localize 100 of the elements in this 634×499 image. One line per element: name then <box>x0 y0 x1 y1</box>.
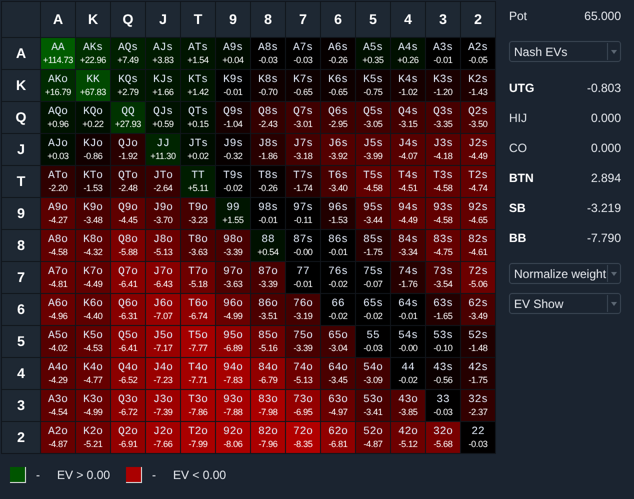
hand-cell[interactable]: K5s -0.75 <box>356 70 390 101</box>
hand-cell[interactable]: KJs +1.66 <box>146 70 180 101</box>
hand-cell[interactable]: 76s -0.02 <box>321 262 355 293</box>
hand-cell[interactable]: 94s -4.49 <box>391 198 425 229</box>
hand-cell[interactable]: J3s -4.18 <box>426 134 460 165</box>
hand-cell[interactable]: 63s -1.65 <box>426 294 460 325</box>
hand-cell[interactable]: 94o -7.83 <box>216 358 250 389</box>
hand-cell[interactable]: J4o -7.23 <box>146 358 180 389</box>
hand-cell[interactable]: 64o -3.45 <box>321 358 355 389</box>
hand-cell[interactable]: 87s -0.00 <box>286 230 320 261</box>
hand-cell[interactable]: Q6o -6.31 <box>111 294 145 325</box>
hand-cell[interactable]: Q6s -2.95 <box>321 102 355 133</box>
hand-cell[interactable]: Q4s -3.15 <box>391 102 425 133</box>
hand-cell[interactable]: A2s -0.05 <box>461 38 495 69</box>
dropdown[interactable]: EV Show <box>509 293 621 314</box>
hand-cell[interactable]: AA +114.73 <box>41 38 75 69</box>
hand-cell[interactable]: 65s -0.02 <box>356 294 390 325</box>
hand-cell[interactable]: K7o -4.49 <box>76 262 110 293</box>
hand-cell[interactable]: 74s -1.76 <box>391 262 425 293</box>
hand-cell[interactable]: K8s -0.70 <box>251 70 285 101</box>
hand-cell[interactable]: A3s -0.01 <box>426 38 460 69</box>
hand-cell[interactable]: J2s -4.49 <box>461 134 495 165</box>
hand-cell[interactable]: Q2s -3.50 <box>461 102 495 133</box>
hand-cell[interactable]: QQ +27.93 <box>111 102 145 133</box>
hand-cell[interactable]: A6s -0.26 <box>321 38 355 69</box>
hand-cell[interactable]: K8o -4.32 <box>76 230 110 261</box>
hand-cell[interactable]: T3o -7.86 <box>181 390 215 421</box>
hand-cell[interactable]: T9o -3.23 <box>181 198 215 229</box>
hand-cell[interactable]: A5o -4.02 <box>41 326 75 357</box>
hand-cell[interactable]: T5o -7.77 <box>181 326 215 357</box>
hand-cell[interactable]: T8s -0.26 <box>251 166 285 197</box>
hand-cell[interactable]: T6s -3.40 <box>321 166 355 197</box>
hand-cell[interactable]: Q2o -6.91 <box>111 422 145 453</box>
hand-cell[interactable]: A6o -4.96 <box>41 294 75 325</box>
hand-cell[interactable]: 95s -3.44 <box>356 198 390 229</box>
hand-cell[interactable]: KTo -1.53 <box>76 166 110 197</box>
hand-cell[interactable]: 42s -1.75 <box>461 358 495 389</box>
hand-cell[interactable]: 86o -3.51 <box>251 294 285 325</box>
hand-cell[interactable]: K3s -1.20 <box>426 70 460 101</box>
hand-cell[interactable]: A7o -4.81 <box>41 262 75 293</box>
hand-cell[interactable]: J4s -4.07 <box>391 134 425 165</box>
hand-cell[interactable]: AQo +0.96 <box>41 102 75 133</box>
hand-cell[interactable]: Q5s -3.05 <box>356 102 390 133</box>
hand-cell[interactable]: A2o -4.87 <box>41 422 75 453</box>
hand-cell[interactable]: 92o -8.06 <box>216 422 250 453</box>
hand-cell[interactable]: Q3s -3.35 <box>426 102 460 133</box>
hand-cell[interactable]: AKs +22.96 <box>76 38 110 69</box>
hand-cell[interactable]: 75s -0.07 <box>356 262 390 293</box>
hand-cell[interactable]: Q8s -2.43 <box>251 102 285 133</box>
hand-cell[interactable]: 66 -0.02 <box>321 294 355 325</box>
hand-cell[interactable]: 99 +1.55 <box>216 198 250 229</box>
hand-cell[interactable]: J3o -7.39 <box>146 390 180 421</box>
hand-cell[interactable]: 42o -5.12 <box>391 422 425 453</box>
hand-cell[interactable]: A4s +0.26 <box>391 38 425 69</box>
hand-cell[interactable]: 72o -8.35 <box>286 422 320 453</box>
hand-cell[interactable]: J8o -5.13 <box>146 230 180 261</box>
hand-cell[interactable]: K2s -1.43 <box>461 70 495 101</box>
hand-cell[interactable]: K9o -3.48 <box>76 198 110 229</box>
hand-cell[interactable]: 32o -5.68 <box>426 422 460 453</box>
hand-cell[interactable]: 98s -0.01 <box>251 198 285 229</box>
hand-cell[interactable]: 62s -3.49 <box>461 294 495 325</box>
hand-cell[interactable]: K2o -5.21 <box>76 422 110 453</box>
hand-cell[interactable]: 95o -6.89 <box>216 326 250 357</box>
hand-cell[interactable]: Q9o -4.45 <box>111 198 145 229</box>
hand-cell[interactable]: 84o -6.79 <box>251 358 285 389</box>
hand-cell[interactable]: K9s -0.01 <box>216 70 250 101</box>
hand-cell[interactable]: 85o -5.16 <box>251 326 285 357</box>
hand-cell[interactable]: T2s -4.74 <box>461 166 495 197</box>
hand-cell[interactable]: 54s -0.00 <box>391 326 425 357</box>
hand-cell[interactable]: Q8o -5.88 <box>111 230 145 261</box>
hand-cell[interactable]: 65o -3.04 <box>321 326 355 357</box>
hand-cell[interactable]: 32s -2.37 <box>461 390 495 421</box>
hand-cell[interactable]: AQs +7.49 <box>111 38 145 69</box>
hand-cell[interactable]: 43o -3.85 <box>391 390 425 421</box>
hand-cell[interactable]: Q7s -3.01 <box>286 102 320 133</box>
hand-cell[interactable]: T7o -5.18 <box>181 262 215 293</box>
hand-cell[interactable]: TT +5.11 <box>181 166 215 197</box>
hand-cell[interactable]: 83o -7.98 <box>251 390 285 421</box>
hand-cell[interactable]: T7s -1.74 <box>286 166 320 197</box>
dropdown[interactable]: Normalize weight <box>509 263 621 284</box>
hand-cell[interactable]: J2o -7.66 <box>146 422 180 453</box>
hand-cell[interactable]: K6s -0.65 <box>321 70 355 101</box>
hand-cell[interactable]: 72s -5.06 <box>461 262 495 293</box>
hand-cell[interactable]: K3o -4.99 <box>76 390 110 421</box>
hand-cell[interactable]: 75o -3.39 <box>286 326 320 357</box>
hand-cell[interactable]: A8o -4.58 <box>41 230 75 261</box>
hand-cell[interactable]: AKo +16.79 <box>41 70 75 101</box>
hand-cell[interactable]: KQs +2.79 <box>111 70 145 101</box>
hand-cell[interactable]: 53s -0.10 <box>426 326 460 357</box>
hand-cell[interactable]: 77 -0.01 <box>286 262 320 293</box>
dropdown[interactable]: Nash EVs <box>509 41 621 62</box>
hand-cell[interactable]: ATo -2.20 <box>41 166 75 197</box>
hand-cell[interactable]: AJs +3.83 <box>146 38 180 69</box>
hand-cell[interactable]: 62o -6.81 <box>321 422 355 453</box>
hand-cell[interactable]: 86s -0.01 <box>321 230 355 261</box>
hand-cell[interactable]: Q9s -1.04 <box>216 102 250 133</box>
hand-cell[interactable]: J5s -3.99 <box>356 134 390 165</box>
hand-cell[interactable]: 84s -3.34 <box>391 230 425 261</box>
hand-cell[interactable]: 83s -4.75 <box>426 230 460 261</box>
hand-cell[interactable]: KTs +1.42 <box>181 70 215 101</box>
